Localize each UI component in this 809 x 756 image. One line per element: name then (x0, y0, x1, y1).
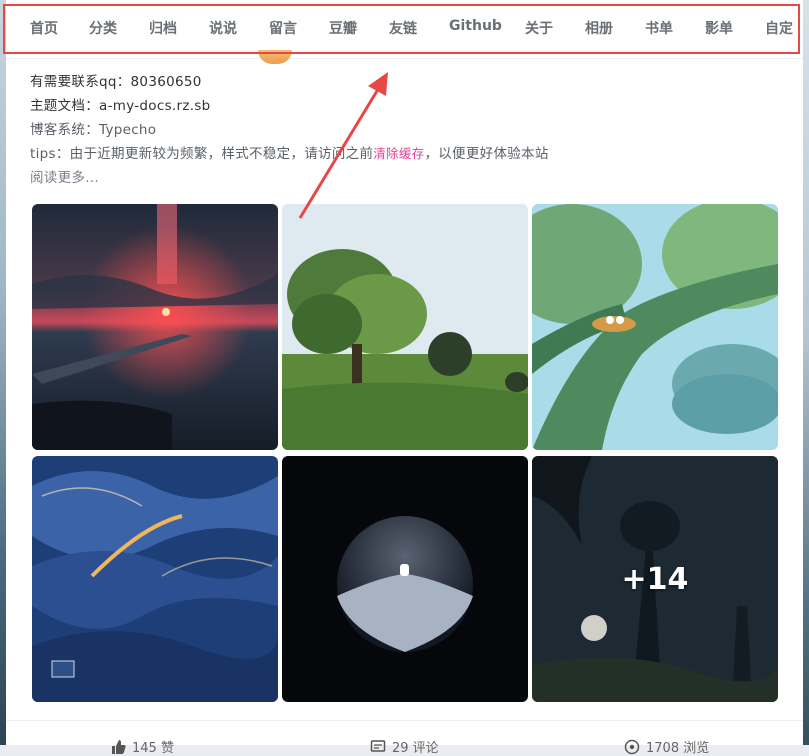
post-line-system: 博客系统：Typecho (30, 118, 156, 138)
post-line-tips: tips：由于近期更新较为频繁，样式不稳定，请访问之前清除缓存，以便更好体验本站 (30, 142, 549, 162)
gallery-photo[interactable] (282, 456, 528, 702)
docs-value: a-my-docs.rz.sb (99, 98, 211, 114)
tips-text: tips：由于近期更新较为频繁，样式不稳定，请访问之前 (30, 146, 374, 162)
gallery-more-photos[interactable]: +14 (532, 456, 778, 702)
post-line-docs: 主题文档：a-my-docs.rz.sb (30, 94, 211, 114)
post-stats: 145 赞 29 评论 1708 浏览 (6, 720, 803, 756)
read-more-link[interactable]: 阅读更多... (30, 166, 99, 186)
system-value: Typecho (99, 122, 157, 138)
nav-highlight-annotation (3, 4, 800, 54)
thumbs-up-icon (112, 739, 126, 754)
post-line-qq: 有需要联系qq：80360650 (30, 70, 202, 90)
views-stat: 1708 浏览 (624, 737, 709, 756)
like-button[interactable]: 145 赞 (110, 737, 174, 756)
clear-cache-link[interactable]: 清除缓存 (373, 146, 424, 161)
qq-value: 80360650 (130, 74, 202, 90)
gallery-photo[interactable] (32, 204, 278, 450)
gallery-photo[interactable] (282, 204, 528, 450)
qq-label: 有需要联系qq： (30, 74, 131, 90)
views-count: 1708 浏览 (646, 741, 710, 756)
system-label: 博客系统： (30, 122, 99, 138)
background-right (803, 0, 809, 745)
docs-label: 主题文档： (30, 98, 99, 114)
likes-count: 145 赞 (132, 741, 174, 756)
more-photos-count: +14 (621, 561, 689, 597)
gallery-photo[interactable] (32, 456, 278, 702)
comment-icon (370, 739, 386, 752)
comments-count: 29 评论 (392, 741, 439, 756)
eye-icon (624, 739, 640, 754)
post-card: 首页 分类 归档 说说 留言 豆瓣 友链 Github 关于 相册 书单 影单 … (6, 0, 803, 756)
tips-text-end: ，以便更好体验本站 (424, 146, 549, 162)
gallery-photo[interactable] (532, 204, 778, 450)
comment-button[interactable]: 29 评论 (370, 737, 439, 756)
photo-gallery: +14 (32, 204, 779, 702)
